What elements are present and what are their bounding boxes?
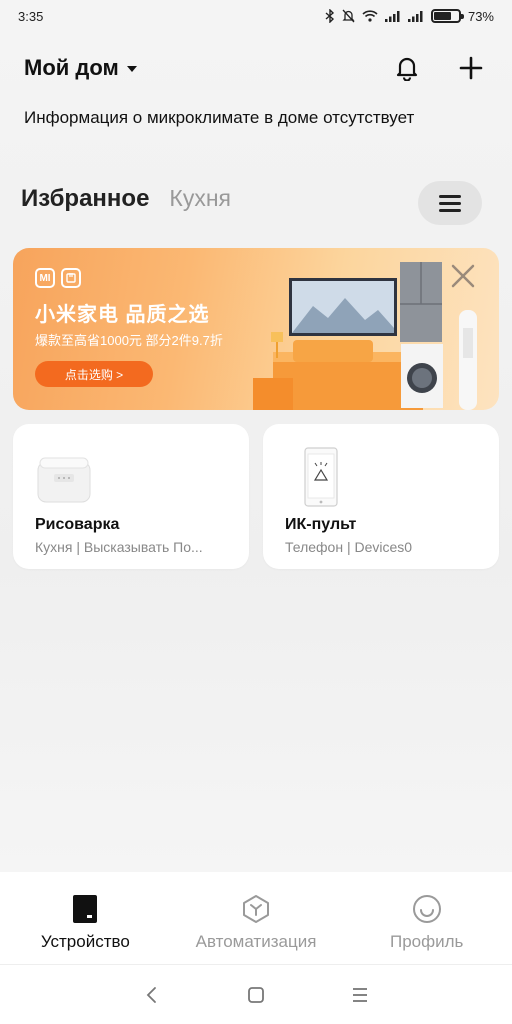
bottom-tab-label: Устройство	[40, 932, 130, 951]
home-button[interactable]	[241, 980, 271, 1010]
status-icons: 73%	[325, 9, 494, 24]
add-device-button[interactable]	[454, 51, 488, 85]
notifications-button[interactable]	[390, 51, 424, 85]
device-card-ir-remote[interactable]: ИК-пульт Телефон | Devices0	[263, 424, 499, 569]
home-title: Мой дом	[24, 55, 119, 80]
mi-logo: MI	[35, 268, 55, 288]
bottom-tab-label: Профиль	[389, 932, 464, 951]
device-subtitle: Телефон | Devices0	[285, 539, 413, 555]
device-name: ИК-пульт	[285, 516, 357, 533]
tab-favorites[interactable]: Избранное	[21, 185, 149, 213]
bottom-tab-devices[interactable]: Устройство	[0, 872, 171, 964]
device-subtitle: Кухня | Высказывать По...	[35, 539, 203, 555]
home-selector[interactable]: Мой дом	[24, 55, 137, 81]
menu-lines-icon	[353, 987, 367, 1002]
device-name: Рисоварка	[35, 516, 120, 533]
profile-icon	[412, 894, 442, 924]
banner-cta-button[interactable]: 点击选购 >	[35, 361, 153, 387]
signal-icon-2	[407, 10, 424, 22]
battery-icon	[430, 9, 464, 23]
phone-ir-remote-icon	[304, 447, 338, 507]
device-icon	[70, 894, 100, 924]
device-card-rice-cooker[interactable]: Рисоварка Кухня | Высказывать По...	[13, 424, 249, 569]
banner-title: 小米家电 品质之选	[35, 304, 210, 326]
climate-info-text: Информация о микроклимате в доме отсутст…	[24, 108, 415, 127]
mijia-logo-icon	[61, 268, 81, 288]
back-icon	[146, 986, 156, 1003]
wifi-icon	[362, 10, 378, 22]
recents-button[interactable]	[345, 980, 375, 1010]
caret-down-icon	[126, 66, 137, 72]
bottom-tab-bar: Устройство Автоматизация Профиль	[0, 872, 512, 964]
header-actions	[390, 51, 488, 85]
status-bar: 3:35 73%	[0, 0, 512, 32]
tab-kitchen[interactable]: Кухня	[169, 185, 231, 212]
plus-icon	[459, 56, 483, 80]
bottom-tab-automation[interactable]: Автоматизация	[171, 872, 342, 964]
back-button[interactable]	[137, 980, 167, 1010]
battery-percent: 73%	[467, 8, 494, 24]
status-time: 3:35	[18, 8, 44, 24]
bottom-tab-profile[interactable]: Профиль	[341, 872, 512, 964]
bluetooth-icon	[325, 9, 335, 23]
system-nav-bar	[0, 964, 512, 1024]
promo-banner[interactable]: MI 小米家电 品质之选 爆款至高省1000元 部分2件9.7折 点击选购 >	[13, 248, 499, 410]
banner-subtitle: 爆款至高省1000元 部分2件9.7折	[35, 333, 223, 348]
bottom-tab-label: Автоматизация	[195, 932, 317, 951]
room-tabs: Избранное Кухня	[21, 185, 231, 213]
mute-bell-icon	[342, 9, 355, 23]
rice-cooker-icon	[37, 457, 91, 503]
close-icon[interactable]	[445, 258, 481, 294]
banner-logos: MI	[35, 268, 81, 288]
signal-icon-1	[384, 10, 401, 22]
automation-icon	[241, 894, 271, 924]
rooms-menu-button[interactable]	[418, 181, 482, 225]
hamburger-icon	[439, 194, 461, 212]
home-square-icon	[248, 986, 264, 1003]
header: Мой дом	[24, 50, 488, 86]
bell-icon	[396, 57, 418, 81]
